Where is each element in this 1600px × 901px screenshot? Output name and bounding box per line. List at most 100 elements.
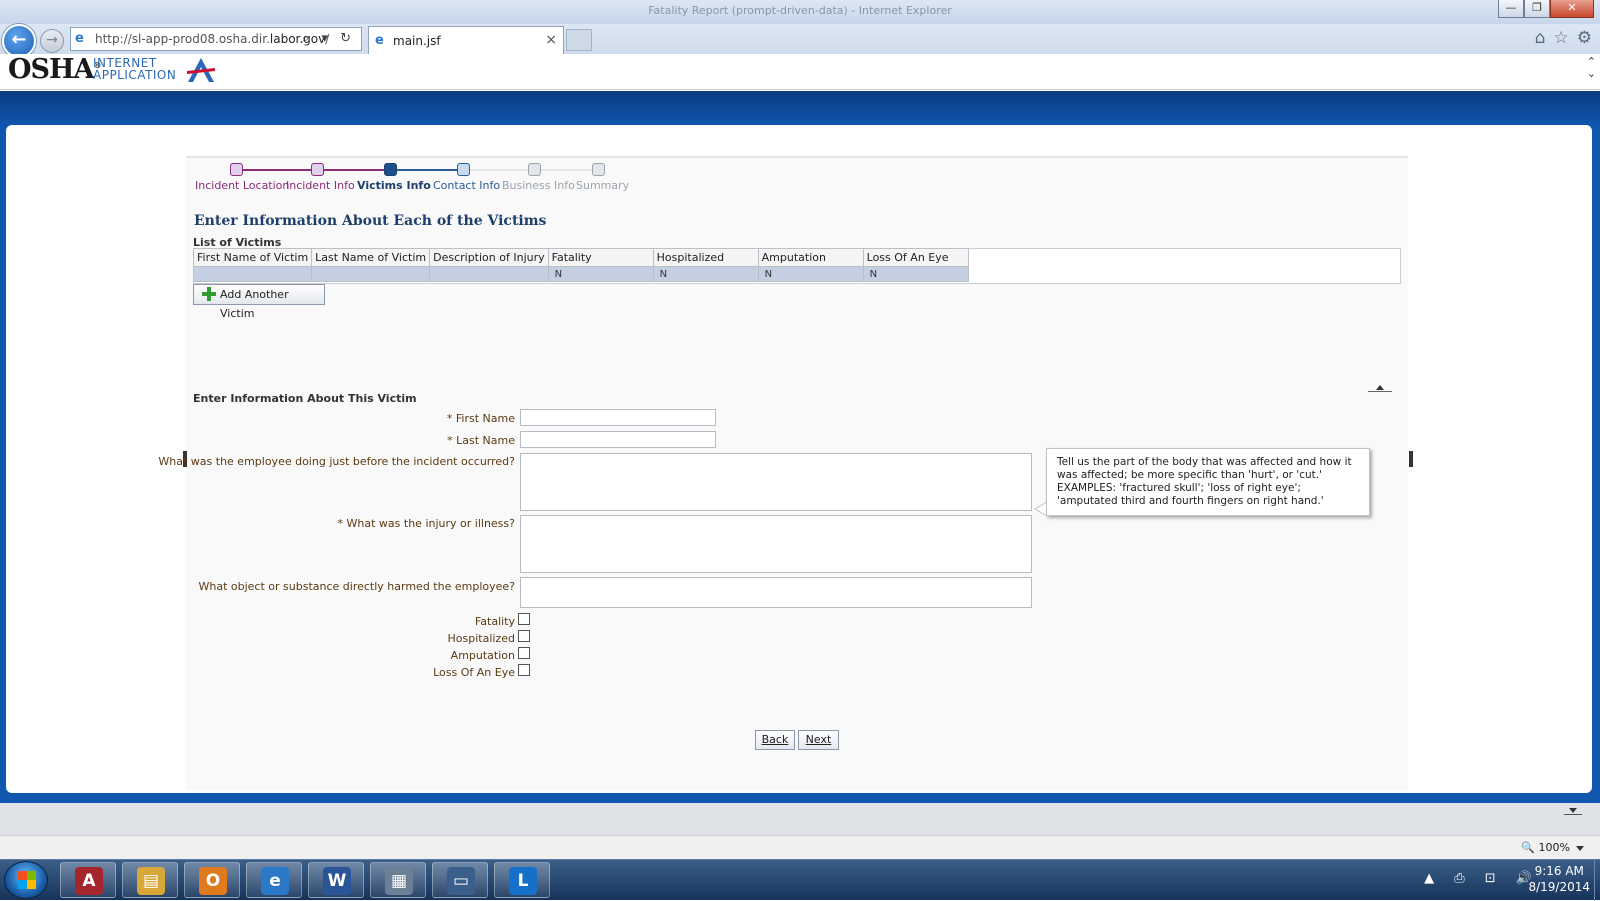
windows-logo-icon xyxy=(18,871,36,889)
table-row[interactable]: N N N N xyxy=(192,266,969,282)
url-text[interactable]: http://sl-app-prod08.osha.dir.labor.gov/ xyxy=(95,32,329,46)
search-refresh-icon[interactable]: ⌕ ▾ ↻ xyxy=(302,31,355,46)
osha-logo: OSHA® xyxy=(8,54,101,85)
taskbar-lync[interactable]: L xyxy=(494,862,550,898)
col-fatality[interactable]: Fatality xyxy=(547,248,654,267)
zoom-level[interactable]: 🔍 100% xyxy=(1521,841,1570,854)
zoom-dropdown-icon[interactable] xyxy=(1576,846,1584,851)
last-name-label: * Last Name xyxy=(447,434,515,447)
system-tray-icons[interactable]: ▲ ⎙ ⊡ 🔊 xyxy=(1424,871,1540,886)
col-last-name[interactable]: Last Name of Victim xyxy=(311,248,431,267)
cell-fatality: N xyxy=(547,266,654,282)
window-controls: — ❐ ✕ xyxy=(1498,0,1594,18)
add-victim-button[interactable]: Add Another Victim xyxy=(193,284,325,320)
col-first-name[interactable]: First Name of Victim xyxy=(192,248,313,267)
step-connector xyxy=(324,169,384,171)
step-contact-info[interactable]: Contact Info xyxy=(433,179,500,192)
browser-toolbar-icons: ⌂ ☆ ⚙ xyxy=(1535,28,1592,48)
show-desktop-button[interactable] xyxy=(1594,860,1600,901)
cell-last-name xyxy=(311,266,431,282)
taskbar-explorer[interactable]: ▤ xyxy=(122,862,178,898)
amputation-checkbox[interactable] xyxy=(518,647,530,659)
system-clock[interactable]: 9:16 AM 8/19/2014 xyxy=(1528,863,1590,895)
windows-taskbar: A ▤ Oe W ▦ ▭ L ▲ ⎙ ⊡ 🔊 9:16 AM 8/19/2014 xyxy=(0,859,1600,901)
step-marker-incident-location[interactable] xyxy=(230,163,243,176)
address-bar[interactable]: e http://sl-app-prod08.osha.dir.labor.go… xyxy=(70,27,362,51)
cell-description xyxy=(429,266,549,282)
calculator-icon: ▦ xyxy=(385,867,413,895)
progress-stepper: Incident Location Incident Info Victims … xyxy=(190,162,690,192)
activity-label: What was the employee doing just before … xyxy=(158,455,515,468)
footer-bar xyxy=(0,803,1600,835)
victims-table: First Name of Victim Last Name of Victim… xyxy=(192,248,969,282)
logo-subtitle: INTERNET APPLICATION xyxy=(93,56,177,82)
header-blue-band xyxy=(0,91,1600,127)
explorer-icon: ▤ xyxy=(137,867,165,895)
step-marker-victims-info[interactable] xyxy=(384,163,397,176)
back-button[interactable]: Back xyxy=(755,730,795,750)
restore-button[interactable]: ❐ xyxy=(1524,0,1550,18)
lync-icon: L xyxy=(509,867,537,895)
back-arrow-icon[interactable]: ← xyxy=(2,24,36,58)
table-header-row: First Name of Victim Last Name of Victim… xyxy=(192,248,969,267)
access-icon: A xyxy=(75,867,103,895)
col-loss-of-eye[interactable]: Loss Of An Eye xyxy=(862,248,969,267)
gear-icon[interactable]: ⚙ xyxy=(1577,28,1592,48)
new-tab-button[interactable] xyxy=(566,29,592,51)
next-button[interactable]: Next xyxy=(798,730,839,750)
step-marker-summary xyxy=(592,163,605,176)
taskbar-access[interactable]: A xyxy=(60,862,116,898)
step-marker-business-info xyxy=(528,163,541,176)
col-description[interactable]: Description of Injury xyxy=(429,248,549,267)
step-incident-info[interactable]: Incident Info xyxy=(286,179,355,192)
browser-tab[interactable]: e main.jsf × xyxy=(368,26,564,54)
files-icon: ▭ xyxy=(447,867,475,895)
taskbar-calculator[interactable]: ▦ xyxy=(370,862,426,898)
favorites-icon[interactable]: ☆ xyxy=(1554,28,1569,48)
cell-hospitalized: N xyxy=(652,266,759,282)
step-victims-info[interactable]: Victims Info xyxy=(357,179,431,192)
hospitalized-checkbox[interactable] xyxy=(518,630,530,642)
taskbar-internet-explorer[interactable]: e xyxy=(246,862,302,898)
first-name-input[interactable] xyxy=(520,409,716,426)
loss-of-eye-checkbox-label: Loss Of An Eye xyxy=(433,666,515,679)
close-button[interactable]: ✕ xyxy=(1550,0,1594,18)
tab-title: main.jsf xyxy=(393,34,441,48)
right-splitter-icon[interactable] xyxy=(1409,451,1413,467)
last-name-input[interactable] xyxy=(520,431,716,448)
taskbar-files[interactable]: ▭ xyxy=(432,862,488,898)
internet-explorer-icon: e xyxy=(261,867,289,895)
minimize-button[interactable]: — xyxy=(1498,0,1524,18)
hospitalized-checkbox-label: Hospitalized xyxy=(447,632,515,645)
expand-arrow-icon[interactable] xyxy=(1564,808,1582,815)
loss-of-eye-checkbox[interactable] xyxy=(518,664,530,676)
word-icon: W xyxy=(323,867,351,895)
object-label: What object or substance directly harmed… xyxy=(198,580,516,593)
step-marker-contact-info[interactable] xyxy=(457,163,470,176)
object-textarea[interactable] xyxy=(520,577,1032,608)
step-incident-location[interactable]: Incident Location xyxy=(195,179,289,192)
injury-help-tooltip: Tell us the part of the body that was af… xyxy=(1046,448,1370,516)
header-scroll-icon[interactable]: ⌃ ⌄ xyxy=(1587,56,1596,80)
fatality-checkbox[interactable] xyxy=(518,613,530,625)
plus-icon xyxy=(202,287,216,301)
step-connector xyxy=(470,169,528,171)
cell-amputation: N xyxy=(757,266,864,282)
collapse-arrow-icon[interactable] xyxy=(1368,384,1392,392)
activity-textarea[interactable] xyxy=(520,453,1032,511)
step-business-info: Business Info xyxy=(502,179,575,192)
tab-close-icon[interactable]: × xyxy=(545,32,557,48)
taskbar-outlook[interactable]: O xyxy=(184,862,240,898)
home-icon[interactable]: ⌂ xyxy=(1535,28,1546,48)
col-amputation[interactable]: Amputation xyxy=(757,248,864,267)
amputation-checkbox-label: Amputation xyxy=(450,649,515,662)
ie-tab-icon: e xyxy=(375,33,384,48)
taskbar-word[interactable]: W xyxy=(308,862,364,898)
col-hospitalized[interactable]: Hospitalized xyxy=(652,248,759,267)
step-marker-incident-info[interactable] xyxy=(311,163,324,176)
start-button[interactable] xyxy=(4,861,48,899)
forward-arrow-icon[interactable]: → xyxy=(40,29,64,53)
injury-textarea[interactable] xyxy=(520,515,1032,573)
step-connector xyxy=(243,169,311,171)
cell-loss-of-eye: N xyxy=(862,266,969,282)
